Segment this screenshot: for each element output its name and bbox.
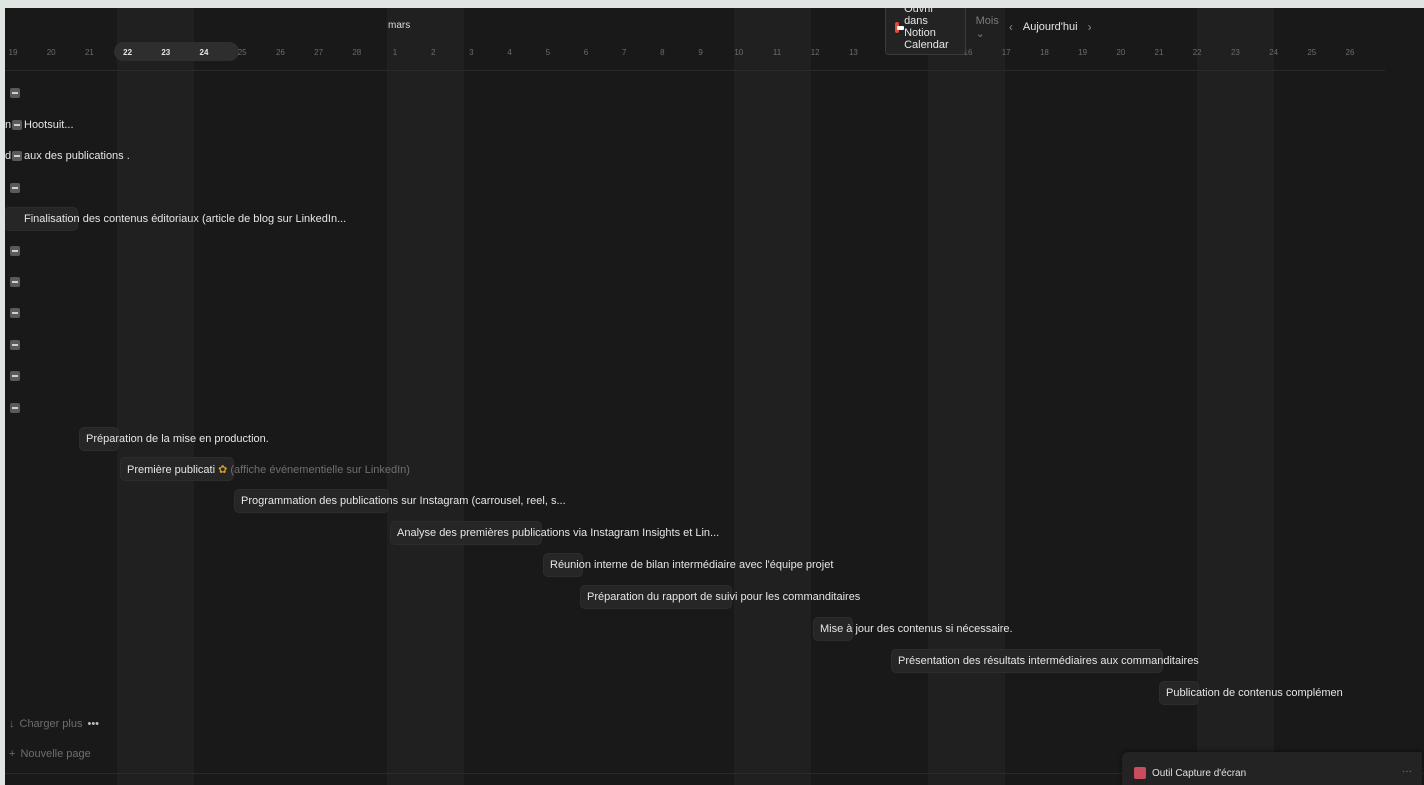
task-title: Mise à jour des contenus si nécessaire. bbox=[820, 623, 1013, 635]
collapse-icon[interactable] bbox=[10, 403, 20, 413]
task-label: Mise à jour des contenus si nécessaire. bbox=[820, 623, 1013, 635]
day-label: 24 bbox=[199, 48, 209, 57]
weekend-column bbox=[387, 8, 464, 785]
day-label: 20 bbox=[1116, 48, 1126, 57]
collapse-icon[interactable] bbox=[12, 151, 22, 161]
day-label: 26 bbox=[1345, 48, 1355, 57]
collapse-icon[interactable] bbox=[10, 277, 20, 287]
day-label: 22 bbox=[1192, 48, 1202, 57]
row-label: aux des publications . bbox=[24, 150, 130, 162]
new-page-button[interactable]: + Nouvelle page bbox=[9, 748, 91, 760]
day-label: 4 bbox=[507, 48, 512, 57]
day-label: 28 bbox=[352, 48, 362, 57]
plus-icon: + bbox=[9, 748, 16, 760]
day-label: 9 bbox=[698, 48, 703, 57]
task-label: Publication de contenus complémen bbox=[1166, 687, 1343, 699]
day-label: 11 bbox=[772, 48, 782, 57]
weekend-column bbox=[1197, 8, 1274, 785]
collapse-icon[interactable] bbox=[10, 88, 20, 98]
collapse-icon[interactable] bbox=[10, 340, 20, 350]
month-label: mars bbox=[388, 20, 411, 31]
day-label: 25 bbox=[1307, 48, 1317, 57]
day-label: 10 bbox=[734, 48, 744, 57]
day-label: 12 bbox=[810, 48, 820, 57]
task-label: Préparation de la mise en production. bbox=[86, 433, 269, 445]
header-controls: Ouvrir dans Notion Calendar Mois ⌄ ‹ Auj… bbox=[885, 8, 1092, 55]
toast-title: Outil Capture d'écran bbox=[1152, 768, 1247, 779]
task-label: Préparation du rapport de suivi pour les… bbox=[587, 591, 860, 603]
day-label: 21 bbox=[1154, 48, 1164, 57]
day-label: 5 bbox=[545, 48, 551, 57]
next-button[interactable]: › bbox=[1088, 20, 1092, 34]
day-label: 25 bbox=[237, 48, 247, 57]
task-title: Analyse des premières publications via I… bbox=[397, 527, 720, 539]
day-label: 7 bbox=[621, 48, 627, 57]
header-divider bbox=[5, 70, 1385, 71]
open-notion-calendar-button[interactable]: Ouvrir dans Notion Calendar bbox=[885, 8, 966, 55]
timeline-view: mars 19 20 21 22 23 24 25 26 27 28 1 2 3 4 5 6 7 8 9 10 11 12… bbox=[5, 8, 1424, 785]
day-label: 23 bbox=[161, 48, 171, 57]
row-prefix: d bbox=[5, 150, 12, 162]
load-more-button[interactable]: ↓ Charger plus ••• bbox=[9, 718, 99, 730]
day-label: 19 bbox=[1078, 48, 1088, 57]
collapse-icon[interactable] bbox=[10, 308, 20, 318]
collapse-icon[interactable] bbox=[10, 183, 20, 193]
view-mode-label: Mois bbox=[975, 14, 999, 27]
day-label: 22 bbox=[123, 48, 133, 57]
task-subtitle: (affiche événementielle sur LinkedIn) bbox=[230, 464, 410, 476]
collapse-icon[interactable] bbox=[12, 120, 22, 130]
arrow-down-icon: ↓ bbox=[9, 718, 15, 730]
task-label: Présentation des résultats intermédiaire… bbox=[898, 655, 1199, 667]
row-label: Finalisation des contenus éditoriaux (ar… bbox=[24, 213, 347, 225]
day-label: 3 bbox=[469, 48, 474, 57]
task-label: Réunion interne de bilan intermédiaire a… bbox=[550, 559, 833, 571]
task-title: Préparation de la mise en production. bbox=[86, 433, 269, 445]
task-label: Programmation des publications sur Insta… bbox=[241, 495, 566, 507]
collapse-icon[interactable] bbox=[10, 371, 20, 381]
load-more-label: Charger plus bbox=[19, 718, 83, 730]
day-label: 20 bbox=[46, 48, 56, 57]
day-label: 27 bbox=[314, 48, 324, 57]
day-label: 23 bbox=[1230, 48, 1240, 57]
calendar-icon bbox=[895, 21, 905, 33]
day-label: 17 bbox=[1001, 48, 1011, 57]
previous-button[interactable]: ‹ bbox=[1009, 20, 1013, 34]
day-label: 24 bbox=[1269, 48, 1279, 57]
task-title: Programmation des publications sur Insta… bbox=[241, 495, 566, 507]
task-title: Préparation du rapport de suivi pour les… bbox=[587, 591, 861, 603]
today-button[interactable]: Aujourd'hui bbox=[1023, 21, 1078, 33]
weekend-column bbox=[734, 8, 811, 785]
more-icon[interactable]: ••• bbox=[87, 718, 99, 730]
day-label: 21 bbox=[84, 48, 94, 57]
day-label: 1 bbox=[392, 48, 398, 57]
chevron-down-icon: ⌄ bbox=[975, 27, 985, 40]
day-label: 6 bbox=[583, 48, 589, 57]
day-label: 13 bbox=[848, 48, 858, 57]
task-title: Présentation des résultats intermédiaire… bbox=[898, 655, 1199, 667]
view-mode-select[interactable]: Mois ⌄ bbox=[976, 15, 999, 40]
day-label: 18 bbox=[1039, 48, 1049, 57]
screenshot-tool-notification[interactable]: Outil Capture d'écran ··· bbox=[1122, 752, 1422, 785]
row-prefix: n bbox=[5, 119, 12, 131]
day-label: 26 bbox=[275, 48, 285, 57]
row-label: Hootsuit... bbox=[24, 119, 74, 131]
open-notion-calendar-label: Ouvrir dans Notion Calendar bbox=[904, 8, 949, 51]
day-label: 8 bbox=[660, 48, 665, 57]
star-icon: ✿ bbox=[215, 464, 231, 476]
weekend-column bbox=[117, 8, 194, 785]
more-icon[interactable]: ··· bbox=[1402, 766, 1412, 777]
task-label: Première publicati ✿ (affiche événementi… bbox=[127, 463, 410, 476]
collapse-icon[interactable] bbox=[10, 246, 20, 256]
new-page-label: Nouvelle page bbox=[20, 748, 91, 760]
task-label: Analyse des premières publications via I… bbox=[397, 527, 719, 539]
task-title: Première publicati bbox=[127, 464, 216, 476]
snipping-tool-icon bbox=[1134, 767, 1146, 779]
day-label: 19 bbox=[8, 48, 18, 57]
task-title: Publication de contenus complémen bbox=[1166, 687, 1343, 699]
day-label: 2 bbox=[430, 48, 436, 57]
task-title: Réunion interne de bilan intermédiaire a… bbox=[550, 559, 834, 571]
